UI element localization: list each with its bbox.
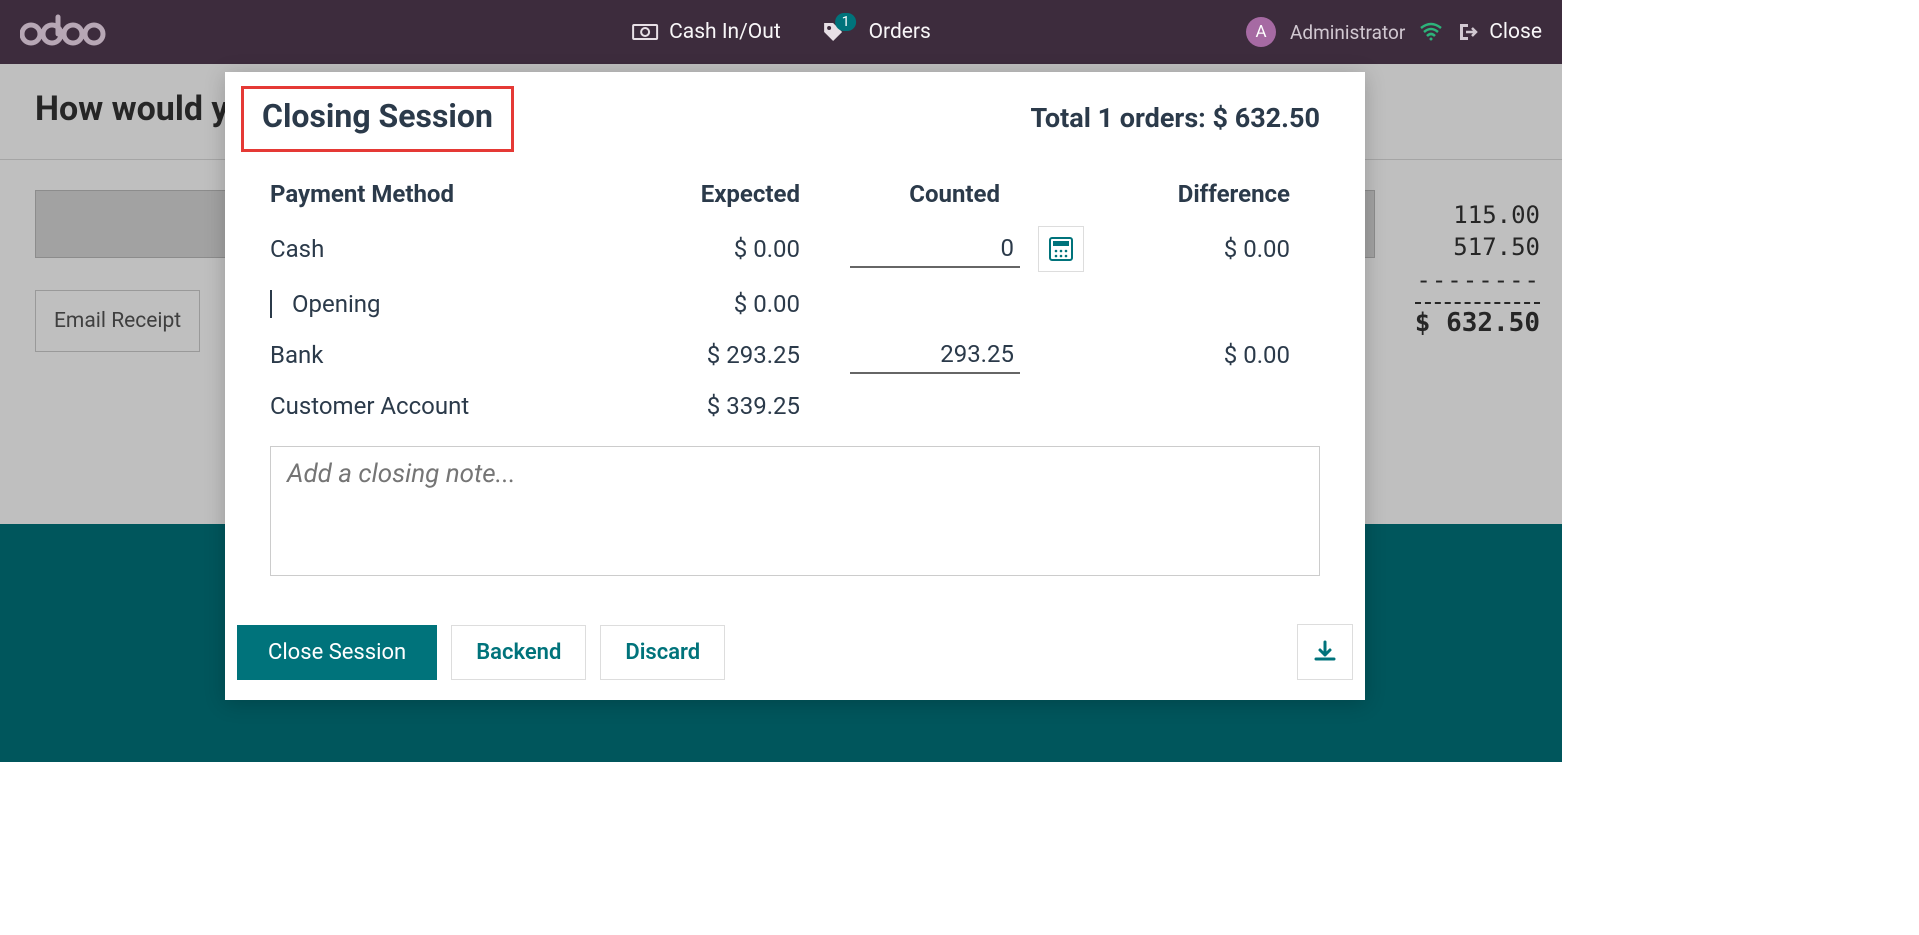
- odoo-logo[interactable]: [20, 12, 120, 52]
- close-button[interactable]: Close: [1457, 20, 1542, 44]
- modal-total-text: Total 1 orders: $ 632.50: [1030, 102, 1320, 134]
- cash-in-out-label: Cash In/Out: [669, 20, 781, 44]
- calculator-button[interactable]: [1038, 226, 1084, 272]
- bank-expected: $ 293.25: [620, 341, 800, 369]
- avatar[interactable]: A: [1246, 17, 1276, 47]
- download-button[interactable]: [1297, 624, 1353, 680]
- cash-expected: $ 0.00: [620, 235, 800, 263]
- orders-badge: 1: [835, 13, 857, 31]
- modal-title: Closing Session: [262, 97, 493, 135]
- customer-expected: $ 339.25: [620, 392, 800, 420]
- orders-label: Orders: [869, 20, 931, 44]
- row-customer-account: Customer Account $ 339.25: [270, 392, 1320, 420]
- payment-table: Payment Method Expected Counted Differen…: [270, 180, 1320, 420]
- cash-icon: [631, 21, 659, 43]
- bank-counted-input[interactable]: [850, 336, 1020, 374]
- backend-button[interactable]: Backend: [451, 625, 586, 680]
- col-header-expected: Expected: [620, 180, 800, 208]
- calculator-icon: [1048, 236, 1074, 262]
- user-name[interactable]: Administrator: [1290, 21, 1405, 44]
- col-header-difference: Difference: [1110, 180, 1290, 208]
- row-opening: Opening $ 0.00: [270, 290, 1320, 318]
- wifi-icon: [1419, 22, 1443, 42]
- cash-difference: $ 0.00: [1110, 235, 1290, 263]
- row-bank: Bank $ 293.25 $ 0.00: [270, 336, 1320, 374]
- cash-in-out-button[interactable]: Cash In/Out: [631, 20, 781, 44]
- top-header: Cash In/Out 1 Orders A Administrator Clo…: [0, 0, 1562, 64]
- bank-difference: $ 0.00: [1110, 341, 1290, 369]
- closing-session-modal: Closing Session Total 1 orders: $ 632.50…: [225, 72, 1365, 700]
- col-header-method: Payment Method: [270, 180, 620, 208]
- opening-label: Opening: [270, 290, 620, 318]
- orders-button[interactable]: 1 Orders: [821, 20, 931, 44]
- row-cash: Cash $ 0.00 $ 0.00: [270, 226, 1320, 272]
- close-session-button[interactable]: Close Session: [237, 625, 437, 680]
- col-header-counted: Counted: [800, 180, 1020, 208]
- opening-expected: $ 0.00: [620, 290, 800, 318]
- cash-label: Cash: [270, 235, 620, 263]
- download-icon: [1312, 639, 1338, 665]
- highlight-box: Closing Session: [241, 86, 514, 152]
- cash-counted-input[interactable]: [850, 230, 1020, 268]
- close-label: Close: [1489, 20, 1542, 44]
- discard-button[interactable]: Discard: [600, 625, 725, 680]
- customer-label: Customer Account: [270, 392, 620, 420]
- closing-note-input[interactable]: [270, 446, 1320, 576]
- sign-out-icon: [1457, 21, 1479, 43]
- avatar-initial: A: [1255, 22, 1266, 42]
- bank-label: Bank: [270, 341, 620, 369]
